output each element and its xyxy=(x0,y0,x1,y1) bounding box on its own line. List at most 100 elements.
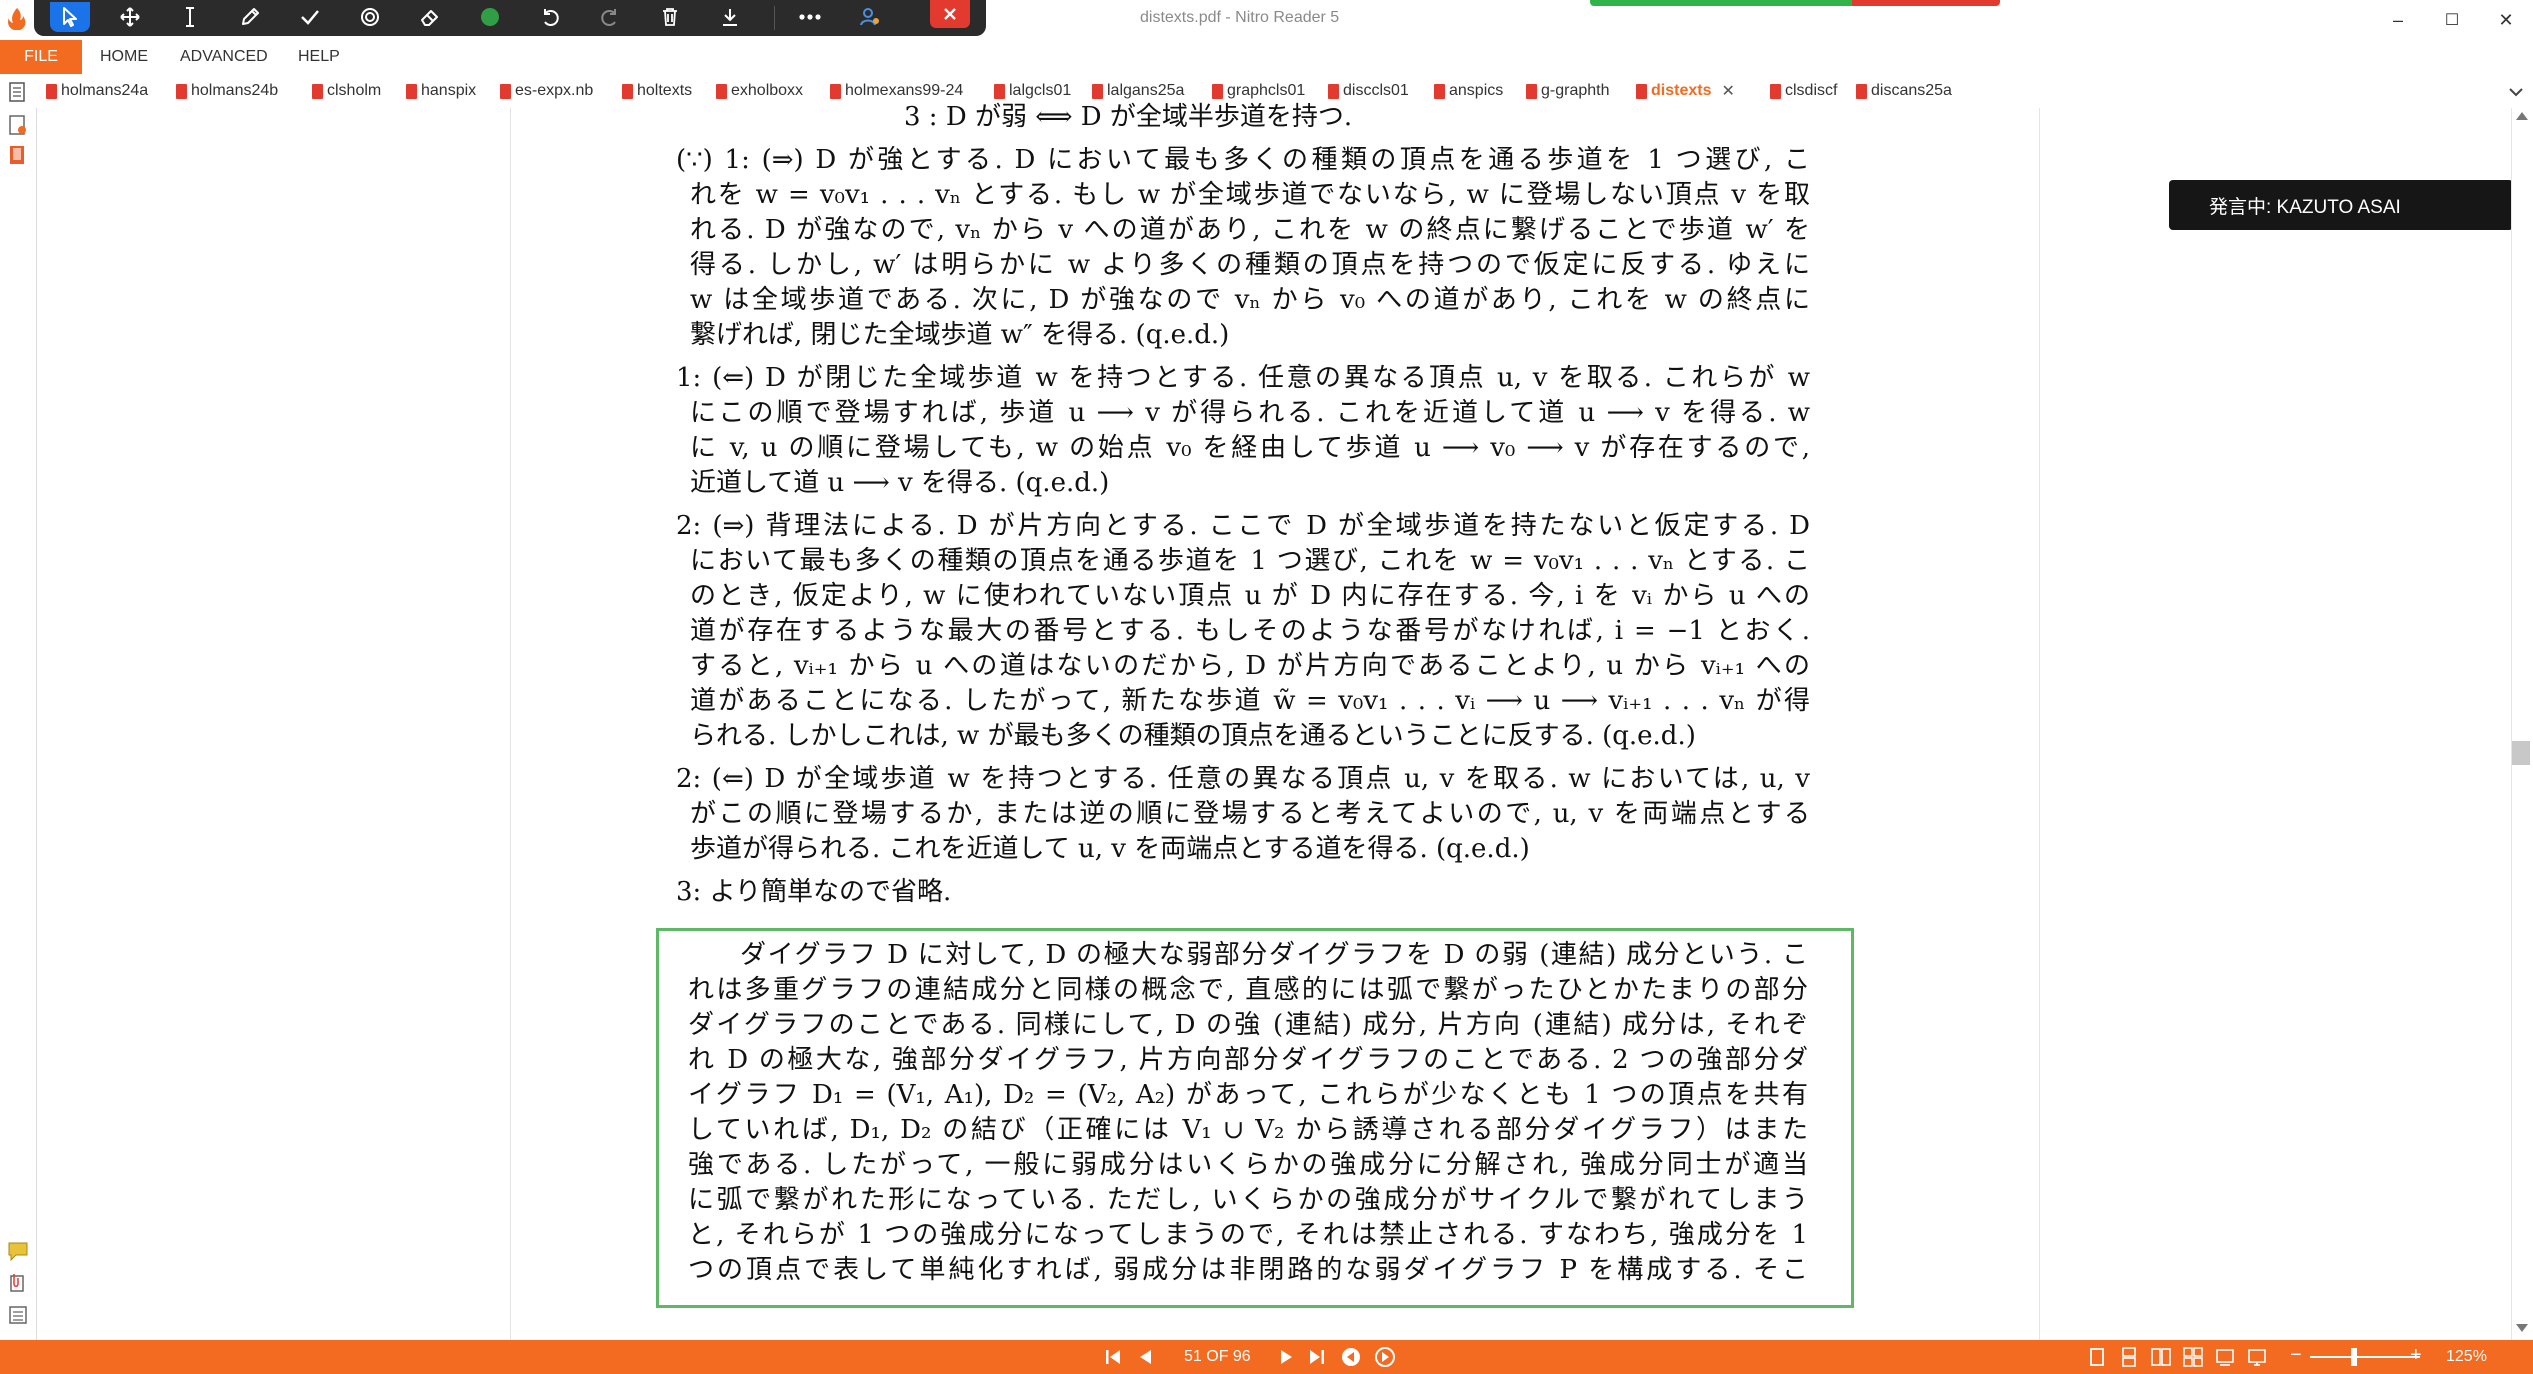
tab-label: distexts xyxy=(1651,82,1712,99)
stamp-tool-button[interactable] xyxy=(350,2,390,32)
text-line: れは多重グラフの連結成分と同様の概念で, 直感的には弧で繋がったひとかたまりの部… xyxy=(688,975,1808,1005)
page-view-icon[interactable] xyxy=(8,82,26,102)
home-menu[interactable]: HOME xyxy=(100,48,148,66)
tab-label: g-graphth xyxy=(1541,82,1610,99)
last-page-icon[interactable] xyxy=(1306,1346,1328,1368)
facing-view-icon[interactable] xyxy=(2150,1346,2172,1368)
single-page-view-icon[interactable] xyxy=(2086,1346,2108,1368)
facing-continuous-view-icon[interactable] xyxy=(2182,1346,2204,1368)
tab-discans25a[interactable]: discans25a xyxy=(1856,78,1952,104)
download-button[interactable] xyxy=(710,2,750,32)
attachments-panel-icon[interactable] xyxy=(6,1272,30,1294)
eraser-tool-button[interactable] xyxy=(410,2,450,32)
maximize-icon: ☐ xyxy=(2444,12,2460,29)
pdf-file-icon xyxy=(830,83,841,99)
zoom-level[interactable]: 125% xyxy=(2446,1348,2487,1366)
vertical-scrollbar[interactable] xyxy=(2511,108,2533,1340)
delete-button[interactable] xyxy=(650,2,690,32)
pdf-file-icon xyxy=(1092,83,1103,99)
advanced-menu[interactable]: ADVANCED xyxy=(180,48,268,66)
text-line: 2: (⇐) D が全域歩道 w を持つとする. 任意の異なる頂点 u, v を… xyxy=(676,764,1810,794)
more-button[interactable] xyxy=(790,2,830,32)
statement-line: 3 : D が弱 ⟺ D が全域半歩道を持つ. xyxy=(904,102,1353,132)
next-page-icon[interactable] xyxy=(1276,1346,1298,1368)
tab-holmans24a[interactable]: holmans24a xyxy=(46,78,148,104)
color-picker-button[interactable] xyxy=(470,2,510,32)
text-line: 近道して道 u ⟶ v を得る. (q.e.d.) xyxy=(690,468,1110,498)
text-line: つの頂点で表して単純化すれば, 弱成分は非閉路的な弱ダイグラフ P を構成する.… xyxy=(688,1255,1808,1285)
pen-tool-button[interactable] xyxy=(230,2,270,32)
help-menu[interactable]: HELP xyxy=(298,48,340,66)
proof-paragraph: (∵) 1: (⇒) D が強とする. D において最も多くの種類の頂点を通る歩… xyxy=(676,143,1810,353)
pdf-file-icon xyxy=(312,83,323,99)
tab-label: holmexans99-24 xyxy=(845,82,964,99)
text-line: (∵) 1: (⇒) D が強とする. D において最も多くの種類の頂点を通る歩… xyxy=(676,145,1810,175)
first-page-icon[interactable] xyxy=(1102,1346,1124,1368)
tab-label: es-expx.nb xyxy=(515,82,594,99)
tab-label: lalgans25a xyxy=(1107,82,1185,99)
tab-close-icon[interactable]: ✕ xyxy=(1721,81,1734,101)
trash-icon xyxy=(663,8,677,26)
tab-es-expx[interactable]: es-expx.nb xyxy=(500,78,593,104)
tab-label: hanspix xyxy=(421,82,477,99)
tab-clsholm[interactable]: clsholm xyxy=(312,78,381,104)
window-title: distexts.pdf - Nitro Reader 5 xyxy=(1140,9,1340,26)
file-menu[interactable]: FILE xyxy=(0,40,82,74)
scroll-up-arrow-icon[interactable] xyxy=(2516,112,2528,120)
user-settings-button[interactable] xyxy=(850,2,890,32)
minimize-button[interactable]: – xyxy=(2380,6,2416,34)
text-line: 道が存在するような最大の番号とする. もしそのような番号がなければ, i = −… xyxy=(690,616,1810,646)
pdf-file-icon xyxy=(1526,83,1537,99)
scroll-down-arrow-icon[interactable] xyxy=(2516,1324,2528,1332)
forward-view-icon[interactable] xyxy=(1374,1346,1396,1368)
layers-panel-icon[interactable] xyxy=(6,1304,30,1326)
scrollbar-thumb[interactable] xyxy=(2512,741,2530,765)
back-view-icon[interactable] xyxy=(1340,1346,1362,1368)
text-line: ダイグラフ D に対して, D の極大な弱部分ダイグラフを D の弱 (連結) … xyxy=(740,940,1808,970)
toolbar-close-button[interactable] xyxy=(930,0,970,28)
tab-label: exholboxx xyxy=(731,82,804,99)
text-line: すると, vᵢ₊₁ から u への道はないのだから, D が片方向であることより… xyxy=(690,651,1810,681)
tab-overflow-chevron-icon[interactable] xyxy=(2508,86,2524,98)
tab-label: disccls01 xyxy=(1343,82,1409,99)
pdf-file-icon xyxy=(994,83,1005,99)
zoom-out-button[interactable]: − xyxy=(2290,1344,2302,1367)
pdf-file-icon xyxy=(1856,83,1867,99)
check-tool-button[interactable] xyxy=(290,2,330,32)
comments-panel-icon[interactable] xyxy=(6,1240,30,1262)
undo-button[interactable] xyxy=(530,2,570,32)
pdf-file-icon xyxy=(1212,83,1223,99)
undo-icon xyxy=(544,9,559,26)
select-tool-button[interactable] xyxy=(50,2,90,32)
bookmarks-panel-icon[interactable] xyxy=(6,144,30,166)
redo-button[interactable] xyxy=(590,2,630,32)
speaking-indicator: 発言中: KAZUTO ASAI xyxy=(2169,180,2513,230)
tab-hanspix[interactable]: hanspix xyxy=(406,78,476,104)
tab-label: holmans24b xyxy=(191,82,279,99)
maximize-button[interactable]: ☐ xyxy=(2434,6,2470,34)
fit-width-icon[interactable] xyxy=(2214,1346,2236,1368)
previous-page-icon[interactable] xyxy=(1134,1346,1156,1368)
zoom-slider-thumb[interactable] xyxy=(2351,1348,2357,1366)
page-number-indicator[interactable]: 51 OF 96 xyxy=(1184,1348,1251,1366)
text-line: のとき, 仮定より, w に使われていない頂点 u が D 内に存在する. 今,… xyxy=(690,581,1810,611)
pdf-file-icon xyxy=(716,83,727,99)
check-icon xyxy=(301,10,319,25)
nitro-logo-icon xyxy=(8,8,26,30)
fit-page-icon[interactable] xyxy=(2246,1346,2268,1368)
close-window-button[interactable]: ✕ xyxy=(2488,6,2524,34)
pdf-file-icon xyxy=(1770,83,1781,99)
pdf-file-icon xyxy=(500,83,511,99)
stamp-icon xyxy=(361,8,379,26)
text-tool-button[interactable] xyxy=(170,2,210,32)
redo-icon xyxy=(601,9,616,26)
zoom-slider[interactable] xyxy=(2310,1356,2420,1358)
text-line: と, それらが 1 つの強成分になってしまうので, それは禁止される. すなわち… xyxy=(688,1220,1808,1250)
pan-tool-button[interactable] xyxy=(110,2,150,32)
continuous-view-icon[interactable] xyxy=(2118,1346,2140,1368)
pages-panel-icon[interactable] xyxy=(6,114,30,136)
menu-bar xyxy=(0,40,2533,74)
zoom-in-button[interactable]: + xyxy=(2410,1344,2422,1367)
tab-holmans24b[interactable]: holmans24b xyxy=(176,78,278,104)
eraser-icon xyxy=(421,10,438,26)
